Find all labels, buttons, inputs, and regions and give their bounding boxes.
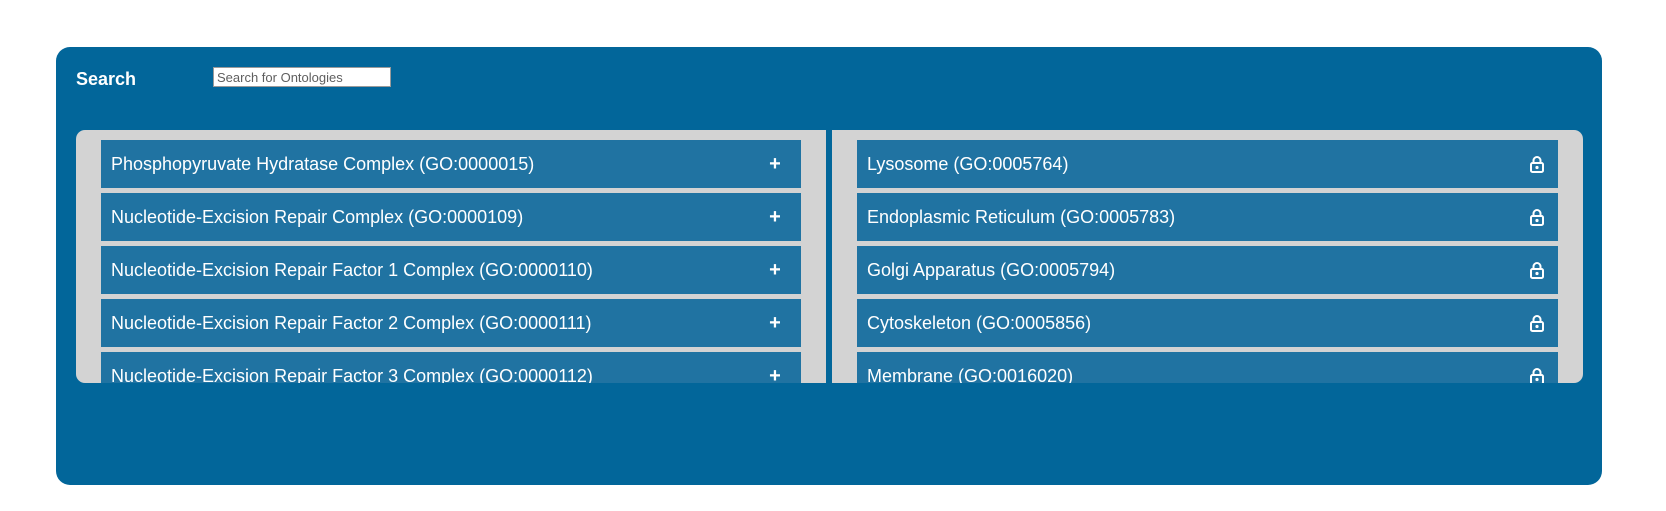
- selected-item[interactable]: Lysosome (GO:0005764): [857, 140, 1558, 188]
- plus-icon[interactable]: +: [765, 193, 785, 241]
- available-item[interactable]: Nucleotide-Excision Repair Factor 3 Comp…: [101, 352, 801, 383]
- item-label: Membrane (GO:0016020): [867, 366, 1074, 383]
- item-label: Nucleotide-Excision Repair Factor 3 Comp…: [111, 366, 593, 383]
- item-label: Nucleotide-Excision Repair Complex (GO:0…: [111, 207, 524, 227]
- ontology-lists: Phosphopyruvate Hydratase Complex (GO:00…: [76, 130, 1583, 383]
- available-item[interactable]: Nucleotide-Excision Repair Factor 1 Comp…: [101, 246, 801, 294]
- item-label: Nucleotide-Excision Repair Factor 2 Comp…: [111, 313, 592, 333]
- plus-icon[interactable]: +: [765, 352, 785, 383]
- plus-icon[interactable]: +: [765, 299, 785, 347]
- available-item[interactable]: Nucleotide-Excision Repair Complex (GO:0…: [101, 193, 801, 241]
- item-label: Cytoskeleton (GO:0005856): [867, 313, 1092, 333]
- lock-icon: [1530, 262, 1544, 279]
- item-label: Phosphopyruvate Hydratase Complex (GO:00…: [111, 154, 535, 174]
- plus-icon[interactable]: +: [765, 140, 785, 188]
- item-label: Golgi Apparatus (GO:0005794): [867, 260, 1116, 280]
- selected-item[interactable]: Endoplasmic Reticulum (GO:0005783): [857, 193, 1558, 241]
- available-item[interactable]: Nucleotide-Excision Repair Factor 2 Comp…: [101, 299, 801, 347]
- item-label: Lysosome (GO:0005764): [867, 154, 1069, 174]
- item-label: Endoplasmic Reticulum (GO:0005783): [867, 207, 1176, 227]
- lock-icon: [1530, 315, 1544, 332]
- lock-icon: [1530, 368, 1544, 383]
- selected-ontologies-list[interactable]: Lysosome (GO:0005764) Endoplasmic Reticu…: [832, 130, 1583, 383]
- available-ontologies-list[interactable]: Phosphopyruvate Hydratase Complex (GO:00…: [76, 130, 826, 383]
- search-label: Search: [76, 69, 137, 89]
- available-item[interactable]: Phosphopyruvate Hydratase Complex (GO:00…: [101, 140, 801, 188]
- search-input[interactable]: [213, 67, 391, 87]
- lock-icon: [1530, 209, 1544, 226]
- plus-icon[interactable]: +: [765, 246, 785, 294]
- selected-item[interactable]: Cytoskeleton (GO:0005856): [857, 299, 1558, 347]
- lock-icon: [1530, 156, 1544, 173]
- item-label: Nucleotide-Excision Repair Factor 1 Comp…: [111, 260, 593, 280]
- ontology-panel: Search Phosphopyruvate Hydratase Complex…: [56, 47, 1602, 485]
- selected-item[interactable]: Membrane (GO:0016020): [857, 352, 1558, 383]
- selected-item[interactable]: Golgi Apparatus (GO:0005794): [857, 246, 1558, 294]
